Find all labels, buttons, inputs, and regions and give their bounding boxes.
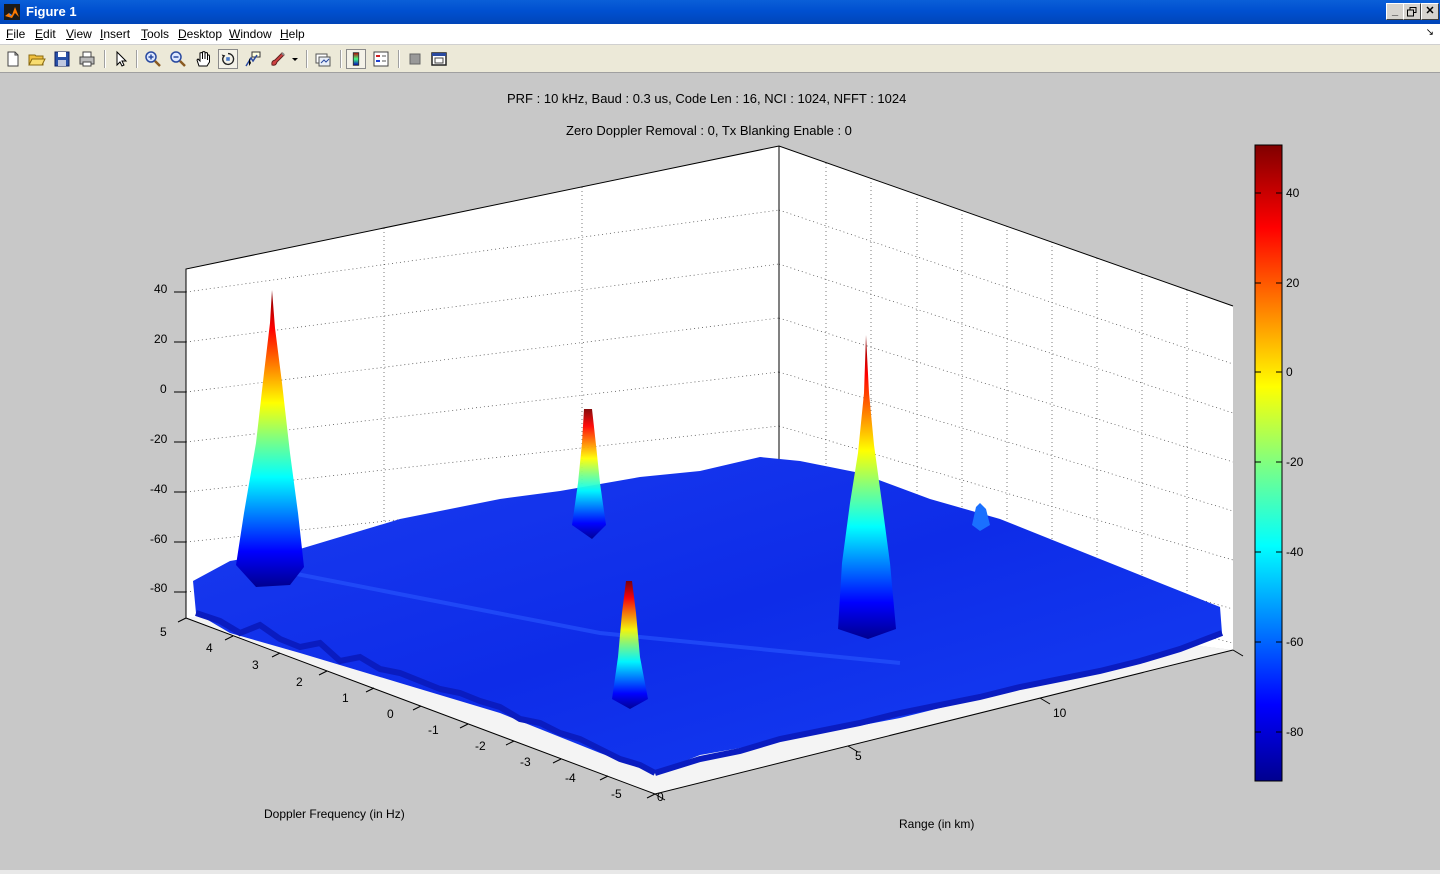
colorbar-tick-label: 20	[1286, 276, 1300, 290]
toolbar-separator	[136, 50, 138, 68]
x-tick-label: 1	[342, 691, 349, 705]
pan-hand-icon[interactable]	[193, 49, 213, 69]
z-tick-label: -60	[150, 532, 168, 546]
close-button[interactable]: ✕	[1421, 3, 1439, 20]
dock-figure-icon[interactable]: ↘	[1426, 27, 1434, 38]
figure-toolbar	[0, 45, 1440, 73]
colorbar-tick-label: -80	[1286, 725, 1304, 739]
minimize-button[interactable]: _	[1386, 3, 1404, 20]
menu-desktop[interactable]: Desktop	[178, 27, 222, 41]
colorbar-tick-label: 0	[1286, 365, 1293, 379]
menu-file[interactable]: File	[6, 27, 25, 41]
y-tick-label: 10	[1053, 706, 1067, 720]
close-icon: ✕	[1425, 5, 1435, 17]
menu-view[interactable]: View	[66, 27, 92, 41]
menu-window[interactable]: Window	[229, 27, 272, 41]
link-plot-icon[interactable]	[313, 49, 333, 69]
x-tick-label: 5	[160, 625, 167, 639]
x-tick-label: -3	[520, 755, 531, 769]
y-tick-label: 0	[657, 790, 664, 804]
menu-edit[interactable]: Edit	[35, 27, 56, 41]
open-file-icon[interactable]	[27, 49, 47, 69]
x-tick-label: -4	[565, 771, 576, 785]
z-tick-label: 20	[154, 332, 168, 346]
zoom-in-icon[interactable]	[143, 49, 163, 69]
z-tick-label: -80	[150, 581, 168, 595]
plot-title-line2: Zero Doppler Removal : 0, Tx Blanking En…	[566, 123, 852, 138]
edit-plot-arrow-icon[interactable]	[111, 49, 131, 69]
z-tick-label: 40	[154, 282, 168, 296]
insert-legend-icon[interactable]	[371, 49, 391, 69]
restore-icon	[1407, 7, 1417, 17]
colorbar[interactable]	[1254, 144, 1283, 782]
window-title: Figure 1	[26, 4, 77, 19]
colorbar-tick-label: 40	[1286, 186, 1300, 200]
menu-tools[interactable]: Tools	[141, 27, 169, 41]
plot-title-line1: PRF : 10 kHz, Baud : 0.3 us, Code Len : …	[507, 91, 907, 106]
menu-bar: File Edit View Insert Tools Desktop Wind…	[0, 24, 1440, 45]
y-tick-label: 5	[855, 749, 862, 763]
x-tick-label: 0	[387, 707, 394, 721]
x-axis-label: Doppler Frequency (in Hz)	[264, 807, 405, 821]
colorbar-tick-label: -40	[1286, 545, 1304, 559]
z-tick-label: -20	[150, 432, 168, 446]
x-tick-label: -5	[611, 787, 622, 801]
toolbar-separator	[104, 50, 106, 68]
new-figure-icon[interactable]	[3, 49, 23, 69]
z-tick-label: 0	[160, 382, 167, 396]
y-axis-label: Range (in km)	[899, 817, 975, 831]
print-icon[interactable]	[77, 49, 97, 69]
figure-canvas[interactable]: PRF : 10 kHz, Baud : 0.3 us, Code Len : …	[0, 73, 1440, 871]
status-bar	[0, 870, 1440, 874]
show-plot-tools-icon[interactable]	[429, 49, 449, 69]
hide-plot-tools-icon[interactable]	[405, 49, 425, 69]
z-axis-ticks	[174, 291, 186, 593]
surface-plot[interactable]	[0, 73, 1440, 871]
x-tick-label: -1	[428, 723, 439, 737]
insert-colorbar-icon[interactable]	[346, 49, 366, 69]
title-bar: Figure 1 _ ✕	[0, 0, 1440, 24]
toolbar-separator	[306, 50, 308, 68]
restore-button[interactable]	[1403, 3, 1421, 20]
brush-dropdown-icon[interactable]	[289, 49, 301, 69]
brush-icon[interactable]	[268, 49, 288, 69]
x-tick-label: 3	[252, 658, 259, 672]
zoom-out-icon[interactable]	[168, 49, 188, 69]
menu-insert[interactable]: Insert	[100, 27, 130, 41]
rotate-3d-icon[interactable]	[218, 49, 238, 69]
toolbar-separator	[340, 50, 342, 68]
x-tick-label: 2	[296, 675, 303, 689]
minimize-icon: _	[1391, 5, 1399, 17]
toolbar-separator	[398, 50, 400, 68]
colorbar-tick-label: -60	[1286, 635, 1304, 649]
z-tick-label: -40	[150, 482, 168, 496]
x-tick-label: -2	[475, 739, 486, 753]
colorbar-tick-label: -20	[1286, 455, 1304, 469]
data-cursor-icon[interactable]	[243, 49, 263, 69]
matlab-logo-icon	[4, 4, 20, 20]
save-icon[interactable]	[52, 49, 72, 69]
menu-help[interactable]: Help	[280, 27, 305, 41]
x-tick-label: 4	[206, 641, 213, 655]
